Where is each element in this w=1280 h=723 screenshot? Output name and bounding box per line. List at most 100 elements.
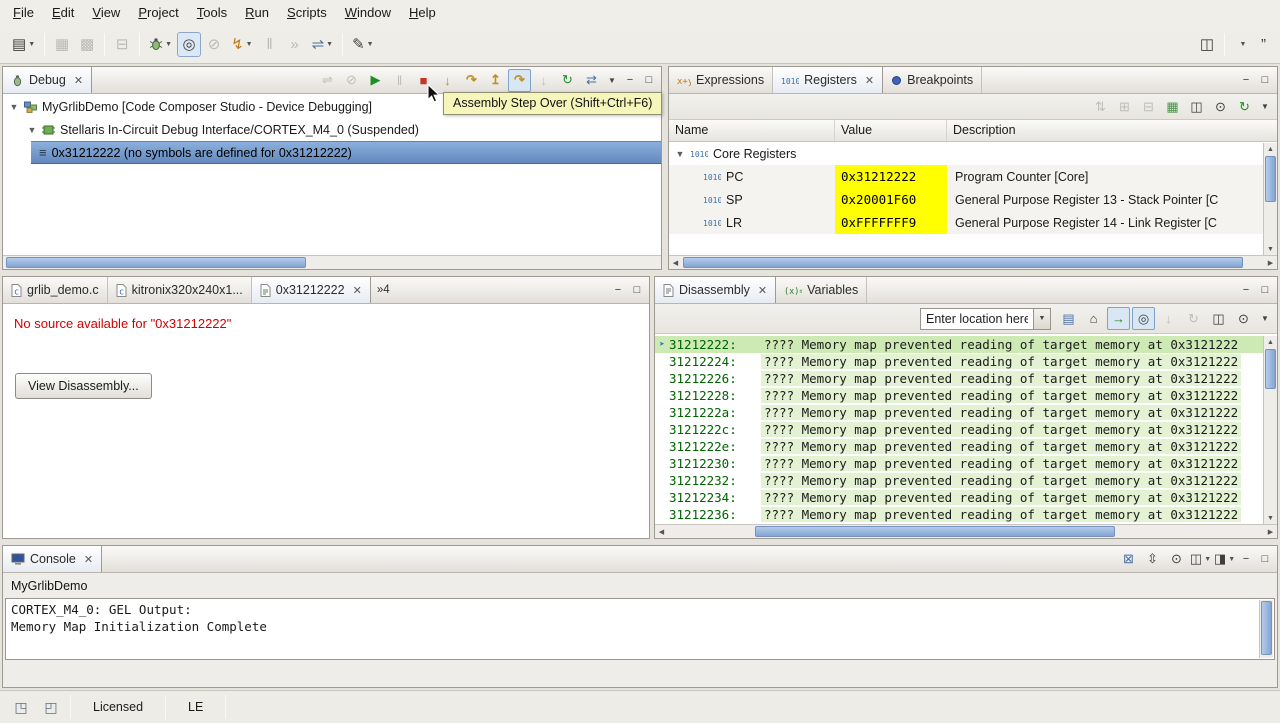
editor-tab-overflow[interactable]: »4 [371, 277, 396, 303]
scrollbar-thumb[interactable] [6, 257, 306, 268]
new-view-button[interactable]: ◫ [1185, 95, 1208, 118]
connect-dropdown-icon[interactable]: ▼ [326, 41, 333, 48]
disconnect-target-button[interactable]: ⊘ [202, 32, 226, 57]
register-row-sp[interactable]: 1010 SP 0x20001F60 General Purpose Regis… [669, 188, 1277, 211]
column-description[interactable]: Description [947, 120, 1277, 141]
menu-edit[interactable]: Edit [43, 2, 83, 23]
pin-console-button[interactable]: ⊙ [1165, 548, 1188, 571]
scrollbar-thumb[interactable] [1265, 156, 1276, 202]
close-icon[interactable]: ✕ [84, 553, 93, 566]
view-disassembly-button[interactable]: View Disassembly... [15, 373, 152, 399]
scroll-down-icon[interactable]: ▼ [1264, 243, 1277, 255]
disassembly-row[interactable]: 31212230: ???? Memory map prevented readi… [655, 455, 1263, 472]
register-row-pc[interactable]: 1010 PC 0x31212222 Program Counter [Core… [669, 165, 1277, 188]
display-console-button[interactable]: ◫ ▼ [1189, 548, 1212, 571]
registers-horizontal-scrollbar[interactable]: ◀ ▶ [669, 255, 1277, 269]
menu-window[interactable]: Window [336, 2, 400, 23]
scroll-right-icon[interactable]: ▶ [1264, 256, 1277, 269]
tab-registers[interactable]: 1010 Registers ✕ [773, 67, 884, 93]
minimize-icon[interactable]: − [609, 281, 627, 299]
console-output[interactable]: CORTEX_M4_0: GEL Output: Memory Map Init… [5, 598, 1275, 660]
menu-file[interactable]: File [4, 2, 43, 23]
assembly-step-over-button[interactable]: ↷ [508, 68, 531, 92]
disassembly-vertical-scrollbar[interactable]: ▲ ▼ [1263, 336, 1277, 524]
save-all-button[interactable]: ▩ [75, 32, 99, 57]
resume-button[interactable]: ▶ [364, 69, 387, 92]
editor-tab-grlib-demo[interactable]: c grlib_demo.c [3, 277, 108, 303]
scrollbar-thumb[interactable] [683, 257, 1243, 268]
scrollbar-thumb[interactable] [755, 526, 1115, 537]
maximize-icon[interactable]: □ [1256, 281, 1274, 299]
new-wizard-button[interactable]: ▤ ▼ [8, 32, 39, 57]
location-input[interactable] [921, 308, 1033, 329]
console-vertical-scrollbar[interactable] [1259, 600, 1273, 658]
tab-variables[interactable]: (x)= Variables [776, 277, 868, 303]
scroll-left-icon[interactable]: ◀ [669, 256, 682, 269]
open-perspective-button[interactable]: ◫ [1195, 32, 1219, 57]
close-icon[interactable]: ✕ [758, 284, 767, 297]
editor-tab-kitronix[interactable]: c kitronix320x240x1... [108, 277, 252, 303]
target-configurations-button[interactable]: ◎ [177, 31, 202, 57]
close-icon[interactable]: ✕ [353, 284, 362, 297]
resume-all-button[interactable]: » [283, 32, 307, 57]
scroll-up-icon[interactable]: ▲ [1264, 143, 1277, 155]
disconnect-button[interactable]: ⊘ [340, 69, 363, 92]
new-view-button[interactable]: ◫ [1207, 307, 1230, 330]
scroll-up-icon[interactable]: ▲ [1264, 336, 1277, 348]
maximize-icon[interactable]: □ [1256, 71, 1274, 89]
new-dropdown-icon[interactable]: ▼ [28, 41, 35, 48]
add-register-group-button[interactable]: ⊞ [1113, 95, 1136, 118]
tab-debug[interactable]: Debug ✕ [3, 67, 93, 93]
step-into-button[interactable]: ↓ [1157, 307, 1180, 330]
open-source-button[interactable]: ▤ [1057, 307, 1080, 330]
connect-target-button[interactable]: ⇌ [316, 69, 339, 92]
restore-views-icon[interactable]: ◳ [10, 696, 32, 718]
disassembly-view-menu-chevron[interactable]: ▼ [1257, 307, 1273, 330]
minimize-icon[interactable]: − [621, 71, 639, 89]
show-console-trim-icon[interactable]: ◰ [40, 696, 62, 718]
suspend-all-button[interactable]: ‖ [258, 32, 282, 57]
restart-button[interactable]: ↻ [556, 69, 579, 92]
open-console-button[interactable]: ◨ ▼ [1213, 548, 1236, 571]
tab-expressions[interactable]: x+y Expressions [669, 67, 774, 93]
pin-view-button[interactable]: ⊙ [1232, 307, 1255, 330]
column-value[interactable]: Value [835, 120, 947, 141]
tab-disassembly[interactable]: Disassembly ✕ [655, 277, 777, 303]
disassembly-row[interactable]: 31212234: ???? Memory map prevented readi… [655, 489, 1263, 506]
probe-button[interactable]: ✎ ▼ [348, 32, 378, 57]
flash-dropdown-icon[interactable]: ▼ [246, 41, 253, 48]
assembly-step-into-button[interactable]: ↓ [532, 69, 555, 92]
menu-help[interactable]: Help [400, 2, 445, 23]
scroll-lock-button[interactable]: ⇳ [1141, 548, 1164, 571]
scrollbar-thumb[interactable] [1261, 601, 1272, 655]
disassembly-row[interactable]: 3121222a: ???? Memory map prevented readi… [655, 404, 1263, 421]
debug-tree-frame-row[interactable]: ≡ 0x31212222 (no symbols are defined for… [31, 141, 661, 164]
scrollbar-thumb[interactable] [1265, 349, 1276, 389]
debug-horizontal-scrollbar[interactable] [3, 255, 661, 269]
refresh-button[interactable]: ⇄ [580, 69, 603, 92]
registers-vertical-scrollbar[interactable]: ▲ ▼ [1263, 143, 1277, 255]
registers-view-menu-chevron[interactable]: ▼ [1257, 95, 1273, 118]
pin-view-button[interactable]: ⊙ [1209, 95, 1232, 118]
maximize-icon[interactable]: □ [640, 71, 658, 89]
scroll-left-icon[interactable]: ◀ [655, 525, 668, 538]
disassembly-listing[interactable]: ➤ 31212222: ???? Memory map prevented re… [655, 336, 1263, 524]
save-button[interactable]: ▦ [50, 32, 74, 57]
perspective-menu-chevron[interactable]: ▼ [1230, 32, 1254, 57]
disassembly-row[interactable]: 3121222e: ???? Memory map prevented readi… [655, 438, 1263, 455]
disassembly-row[interactable]: 3121222c: ???? Memory map prevented readi… [655, 421, 1263, 438]
disassembly-row[interactable]: 31212236: ???? Memory map prevented readi… [655, 506, 1263, 523]
expander-icon[interactable]: ▼ [27, 125, 37, 135]
step-return-button[interactable]: ↥ [484, 69, 507, 92]
menu-scripts[interactable]: Scripts [278, 2, 336, 23]
close-icon[interactable]: ✕ [865, 74, 874, 87]
scroll-right-icon[interactable]: ▶ [1264, 525, 1277, 538]
probe-dropdown-icon[interactable]: ▼ [367, 41, 374, 48]
menu-tools[interactable]: Tools [188, 2, 236, 23]
debug-button[interactable]: ▼ [145, 32, 176, 57]
tab-breakpoints[interactable]: Breakpoints [883, 67, 983, 93]
disassembly-row[interactable]: 31212226: ???? Memory map prevented readi… [655, 370, 1263, 387]
debug-dropdown-icon[interactable]: ▼ [165, 41, 172, 48]
register-value[interactable]: 0xFFFFFFF9 [835, 211, 947, 234]
display-console-dropdown-icon[interactable]: ▼ [1204, 556, 1211, 563]
